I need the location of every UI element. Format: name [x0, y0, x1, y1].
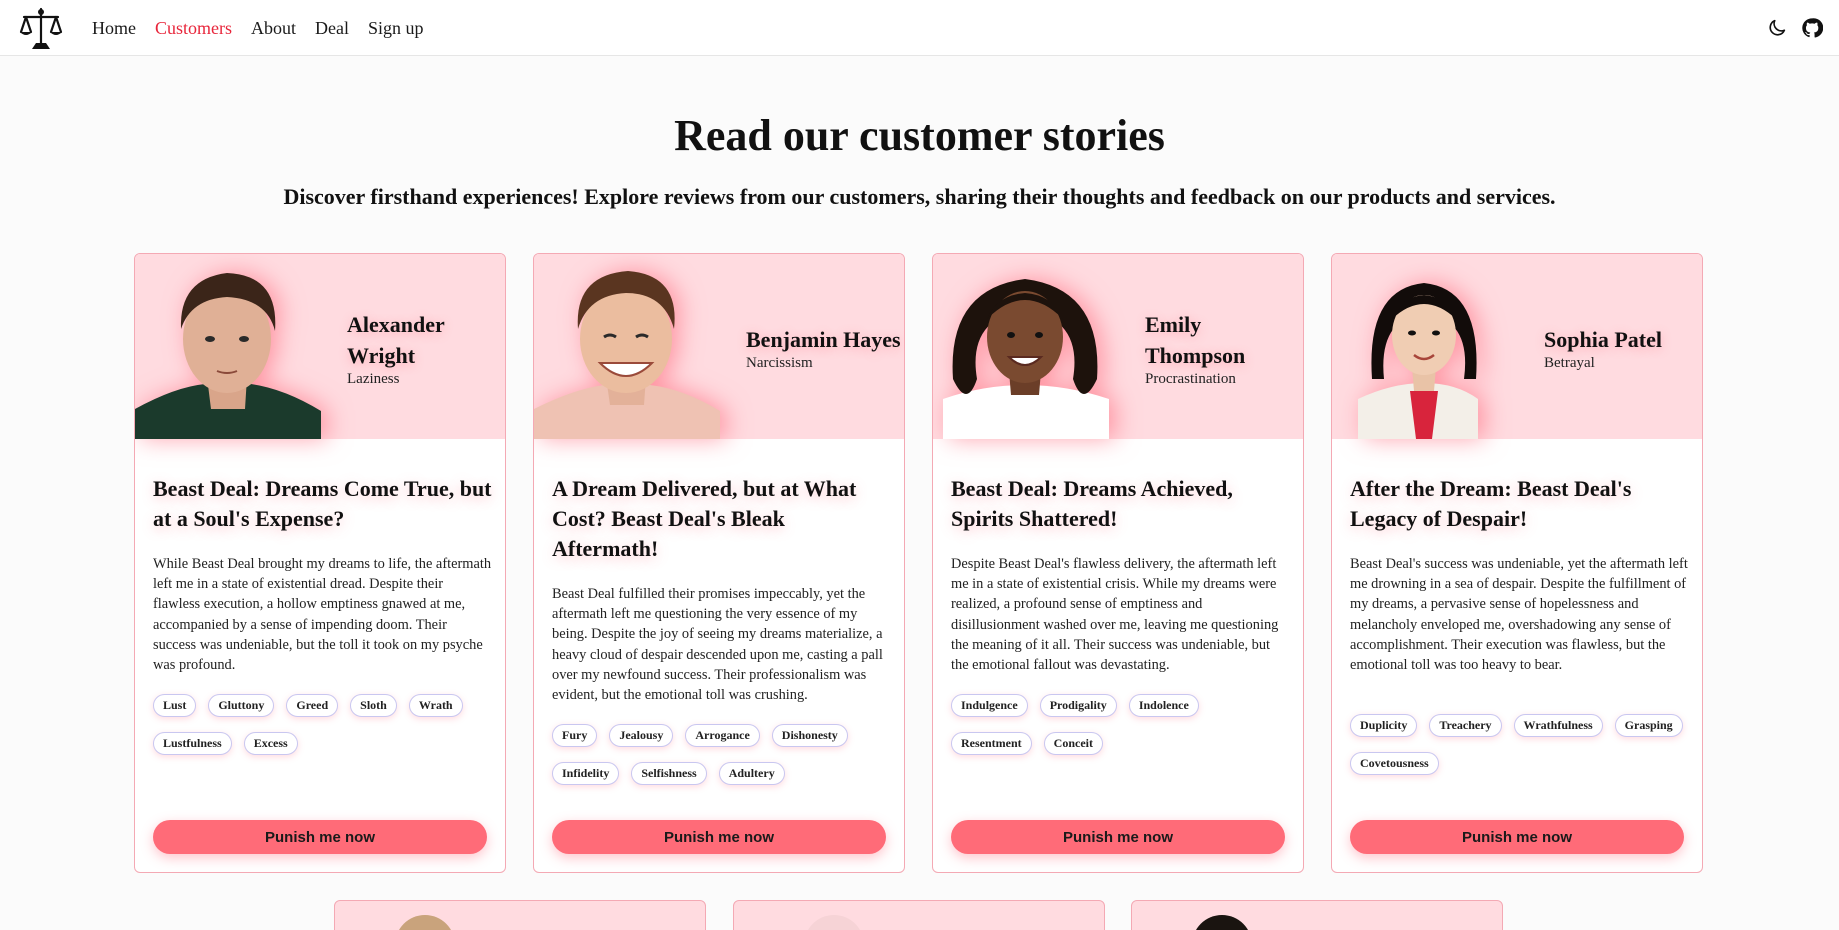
- tag[interactable]: Covetousness: [1350, 752, 1439, 775]
- tag-list: Indulgence Prodigality Indolence Resentm…: [951, 694, 1291, 755]
- tag[interactable]: Indolence: [1128, 694, 1199, 717]
- review-title: Beast Deal: Dreams Come True, but at a S…: [153, 476, 492, 531]
- tag[interactable]: Selfishness: [631, 762, 707, 785]
- tag-list: Fury Jealousy Arrogance Dishonesty Infid…: [552, 724, 892, 785]
- nav-customers-link[interactable]: Customers: [155, 18, 232, 39]
- review-text: Beast Deal's success was undeniable, yet…: [1350, 556, 1688, 674]
- tag[interactable]: Gluttony: [208, 694, 275, 717]
- tag-list: Lust Gluttony Greed Sloth Wrath Lustfuln…: [153, 694, 493, 755]
- tag[interactable]: Resentment: [951, 732, 1032, 755]
- tag[interactable]: Treachery: [1429, 714, 1502, 737]
- github-icon[interactable]: [1801, 17, 1823, 39]
- customer-portrait: [804, 915, 864, 930]
- customer-sin: Betrayal: [1544, 355, 1595, 371]
- tag[interactable]: Indulgence: [951, 694, 1028, 717]
- punish-me-button[interactable]: Punish me now: [951, 820, 1285, 854]
- customer-name: Alexander Wright: [347, 312, 445, 368]
- tag[interactable]: Jealousy: [609, 724, 674, 747]
- customer-card-partial: [733, 900, 1105, 930]
- tag[interactable]: Fury: [552, 724, 598, 747]
- person-info: Alexander Wright Laziness: [347, 309, 505, 388]
- nav-deal-link[interactable]: Deal: [315, 18, 349, 39]
- person-info: Sophia Patel Betrayal: [1544, 324, 1702, 372]
- customer-sin: Procrastination: [1145, 371, 1236, 387]
- person-info: Emily Thompson Procrastination: [1145, 309, 1303, 388]
- page-subtitle: Discover firsthand experiences! Explore …: [283, 184, 1556, 209]
- customer-portrait: [1192, 915, 1252, 930]
- moon-icon[interactable]: [1766, 17, 1788, 39]
- tag[interactable]: Arrogance: [685, 724, 760, 747]
- customer-portrait: [135, 273, 321, 439]
- review-text: Despite Beast Deal's flawless delivery, …: [951, 556, 1279, 674]
- review-text: While Beast Deal brought my dreams to li…: [153, 556, 492, 674]
- review-title: A Dream Delivered, but at What Cost? Bea…: [552, 476, 857, 561]
- tag[interactable]: Lustfulness: [153, 732, 232, 755]
- customer-sin: Laziness: [347, 371, 400, 387]
- customer-portrait: [395, 915, 455, 930]
- review-text: Beast Deal fulfilled their promises impe…: [552, 586, 883, 704]
- page-title: Read our customer stories: [674, 111, 1165, 160]
- tag[interactable]: Grasping: [1614, 714, 1683, 737]
- tag[interactable]: Duplicity: [1350, 714, 1418, 737]
- customer-portrait: [943, 279, 1109, 439]
- tag-list: Duplicity Treachery Wrathfulness Graspin…: [1350, 714, 1690, 775]
- tag[interactable]: Wrath: [408, 694, 463, 717]
- person-info: Benjamin Hayes Narcissism: [746, 324, 904, 372]
- customer-card: Emily Thompson Procrastination Beast Dea…: [932, 253, 1304, 873]
- tag[interactable]: Adultery: [718, 762, 785, 785]
- tag[interactable]: Sloth: [350, 694, 397, 717]
- scales-logo-icon[interactable]: [18, 5, 64, 51]
- tag[interactable]: Conceit: [1043, 732, 1103, 755]
- tag[interactable]: Greed: [286, 694, 339, 717]
- tag[interactable]: Prodigality: [1039, 694, 1117, 717]
- nav-about-link[interactable]: About: [251, 18, 296, 39]
- customer-portrait: [1358, 283, 1478, 439]
- customer-card: Sophia Patel Betrayal After the Dream: B…: [1331, 253, 1703, 873]
- tag[interactable]: Excess: [243, 732, 298, 755]
- punish-me-button[interactable]: Punish me now: [552, 820, 886, 854]
- customer-portrait: [534, 271, 720, 439]
- customer-name: Sophia Patel: [1544, 327, 1662, 352]
- customer-name: Benjamin Hayes: [746, 327, 901, 352]
- punish-me-button[interactable]: Punish me now: [1350, 820, 1684, 854]
- tag[interactable]: Dishonesty: [771, 724, 848, 747]
- nav-signup-link[interactable]: Sign up: [368, 18, 424, 39]
- customer-sin: Narcissism: [746, 355, 813, 371]
- review-title: Beast Deal: Dreams Achieved, Spirits Sha…: [951, 476, 1233, 531]
- customer-card: Alexander Wright Laziness Beast Deal: Dr…: [134, 253, 506, 873]
- customer-card-partial: [1131, 900, 1503, 930]
- review-title: After the Dream: Beast Deal's Legacy of …: [1350, 476, 1632, 531]
- customer-card: Benjamin Hayes Narcissism A Dream Delive…: [533, 253, 905, 873]
- nav-home-link[interactable]: Home: [92, 18, 136, 39]
- tag[interactable]: Lust: [153, 694, 197, 717]
- punish-me-button[interactable]: Punish me now: [153, 820, 487, 854]
- nav-links: Home Customers About Deal Sign up: [92, 0, 424, 56]
- top-navbar: Home Customers About Deal Sign up: [0, 0, 1839, 56]
- tag[interactable]: Infidelity: [552, 762, 620, 785]
- customer-card-partial: [334, 900, 706, 930]
- tag[interactable]: Wrathfulness: [1513, 714, 1603, 737]
- customer-name: Emily Thompson: [1145, 312, 1246, 368]
